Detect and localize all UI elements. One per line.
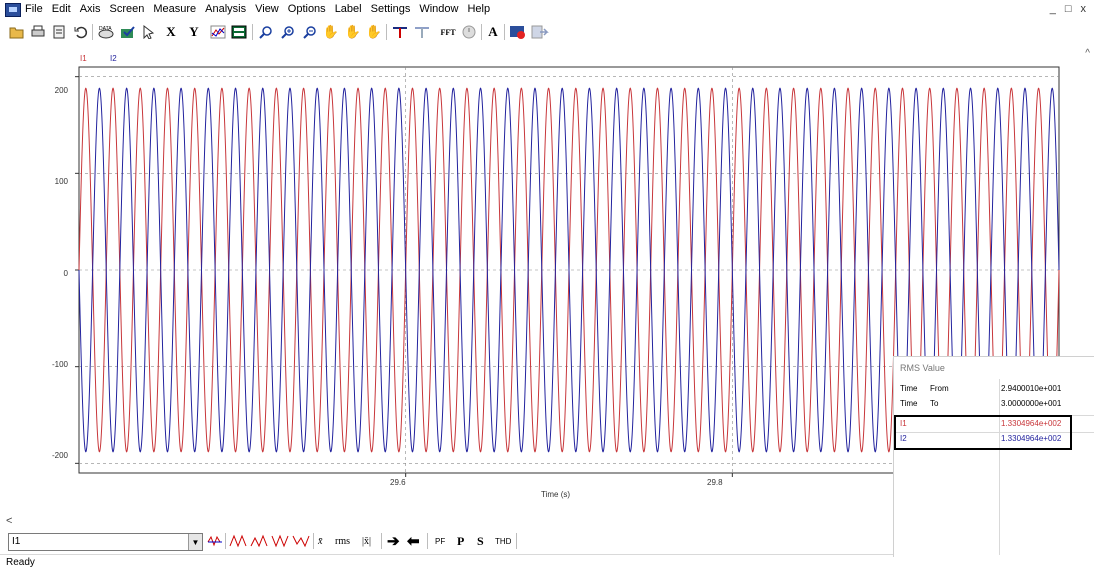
rms-row-time-from: Time From 2.9400010e+001: [894, 382, 1094, 396]
mean-icon[interactable]: x̄: [318, 533, 330, 549]
highlight-box: [894, 415, 1072, 450]
peak-max-icon[interactable]: [250, 533, 268, 549]
toolbar-separator: [516, 533, 517, 549]
chevron-down-icon[interactable]: ▼: [188, 534, 202, 550]
active-power-button[interactable]: P: [457, 533, 467, 549]
toolbar-separator: [225, 533, 226, 549]
from-value: 2.9400010e+001: [1001, 384, 1062, 393]
to-value: 3.0000000e+001: [1001, 399, 1062, 408]
power-factor-button[interactable]: PF: [435, 533, 449, 549]
valley-icon[interactable]: [271, 533, 289, 549]
status-text: Ready: [6, 557, 35, 568]
time-label: Time: [900, 399, 918, 408]
to-label: To: [930, 399, 939, 408]
thd-button[interactable]: THD: [495, 533, 513, 549]
rms-button[interactable]: rms: [335, 533, 359, 549]
time-label: Time: [900, 384, 918, 393]
channel-select[interactable]: I1 ▼: [8, 533, 203, 551]
peak-icon[interactable]: [229, 533, 247, 549]
toolbar-separator: [427, 533, 428, 549]
rms-value-panel: RMS Value Time From 2.9400010e+001 Time …: [893, 356, 1094, 557]
apparent-power-button[interactable]: S: [477, 533, 487, 549]
arrow-right-icon[interactable]: ➔: [387, 533, 403, 550]
scroll-left-icon[interactable]: <: [6, 515, 12, 527]
toolbar-separator: [381, 533, 382, 549]
valley-min-icon[interactable]: [292, 533, 310, 549]
rms-panel-title: RMS Value: [900, 363, 945, 373]
channel-select-value: I1: [12, 536, 21, 547]
arrow-left-icon[interactable]: ⬅: [407, 533, 423, 550]
waveform-measure-icon[interactable]: [207, 533, 223, 549]
rms-row-time-to: Time To 3.0000000e+001: [894, 397, 1094, 411]
abs-mean-icon[interactable]: |x̄|: [362, 533, 376, 549]
from-label: From: [930, 384, 949, 393]
toolbar-separator: [313, 533, 314, 549]
